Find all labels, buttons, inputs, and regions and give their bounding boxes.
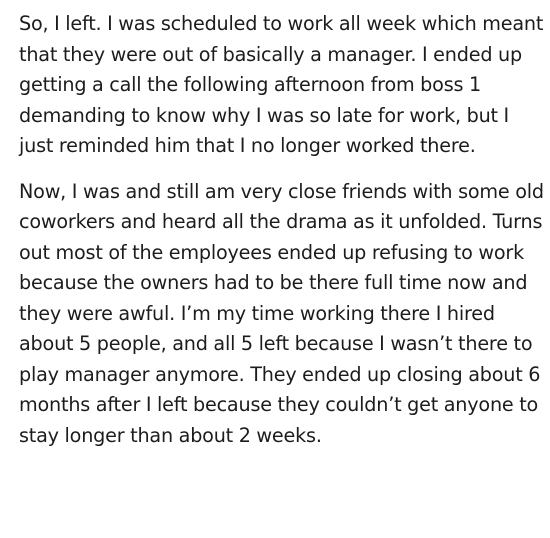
post-body: So, I left. I was scheduled to work all …	[0, 0, 550, 538]
post-paragraph-1: So, I left. I was scheduled to work all …	[19, 12, 544, 157]
post-paragraph-2: Now, I was and still am very close frien…	[19, 179, 544, 447]
